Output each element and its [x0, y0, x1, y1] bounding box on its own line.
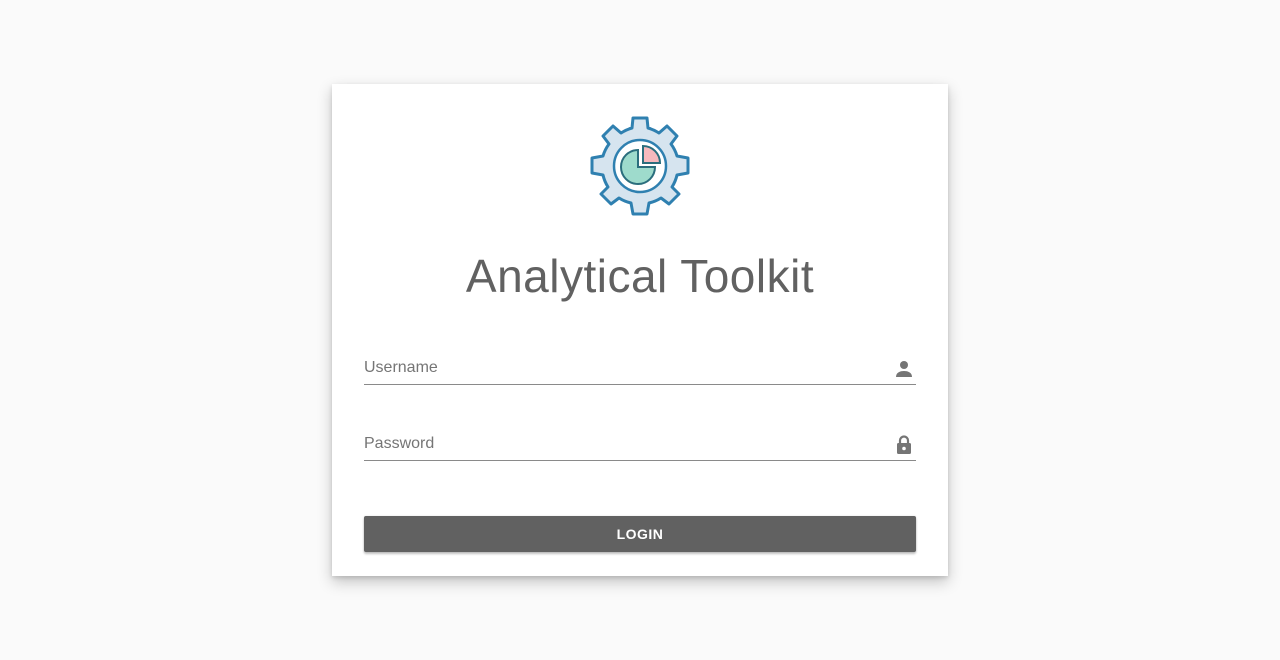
password-field[interactable]	[364, 421, 916, 461]
password-input[interactable]	[364, 421, 884, 459]
username-input[interactable]	[364, 345, 884, 383]
gear-pie-chart-icon	[589, 115, 691, 217]
lock-icon	[892, 433, 916, 457]
person-icon	[892, 357, 916, 381]
login-card: Analytical Toolkit LOGIN	[332, 84, 948, 576]
username-field[interactable]	[364, 345, 916, 385]
login-button[interactable]: LOGIN	[364, 516, 916, 552]
app-title: Analytical Toolkit	[465, 250, 815, 302]
login-page: Analytical Toolkit LOGIN	[0, 0, 1280, 660]
